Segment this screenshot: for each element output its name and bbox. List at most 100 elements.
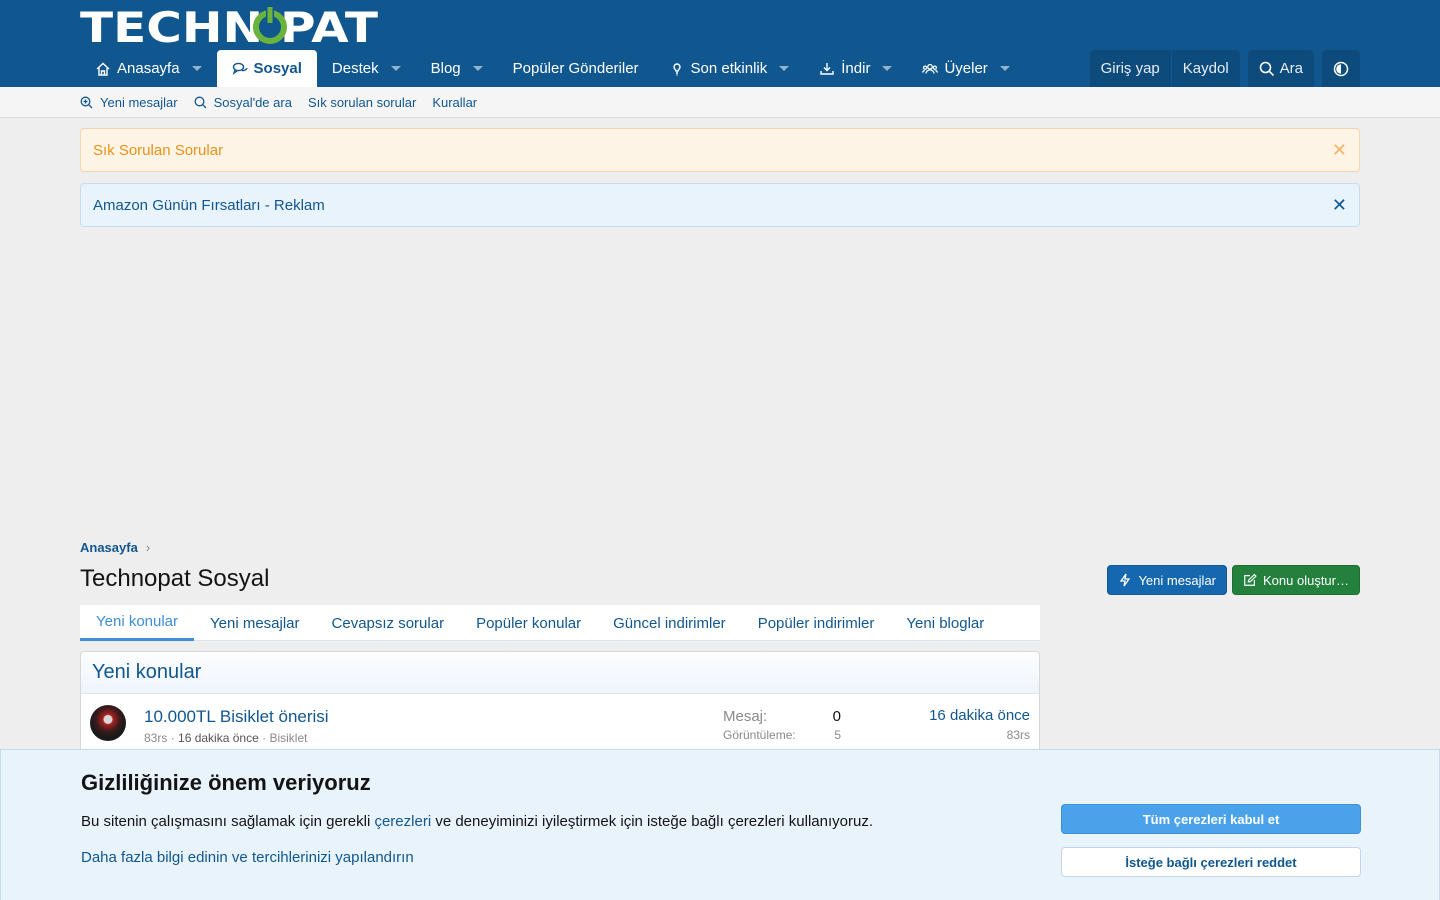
amazon-notice-text[interactable]: Amazon Günün Fırsatları - Reklam [93, 197, 325, 214]
nav-item-anasayfa[interactable]: Anasayfa [80, 50, 217, 87]
cookie-text-before: Bu sitenin çalışmasını sağlamak için ger… [81, 813, 375, 830]
nav-item-populer-gonderiler[interactable]: Popüler Gönderiler [498, 50, 654, 87]
views-count: 5 [834, 728, 841, 742]
technopat-logo: TECHN PAT [80, 7, 378, 45]
search-icon [1259, 61, 1275, 77]
nav-label: Son etkinlik [690, 60, 768, 77]
chevron-down-icon[interactable] [390, 66, 401, 71]
search-button[interactable]: Ara [1248, 50, 1314, 87]
nav-label: Blog [430, 60, 461, 77]
thread-row: 10.000TL Bisiklet önerisi 83rs · 16 daki… [81, 694, 1039, 754]
nav-item-sosyal[interactable]: Sosyal [216, 50, 317, 87]
users-icon [922, 61, 939, 77]
thread-forum[interactable]: Bisiklet [269, 731, 307, 745]
new-messages-button[interactable]: Yeni mesajlar [1107, 565, 1227, 595]
block-title[interactable]: Yeni konular [81, 652, 1039, 694]
chevron-down-icon[interactable] [999, 66, 1010, 71]
nav-item-uyeler[interactable]: Üyeler [907, 50, 1024, 87]
nav-item-indir[interactable]: İndir [804, 50, 907, 87]
theme-toggle-button[interactable] [1322, 50, 1360, 87]
breadcrumb: Anasayfa › [80, 540, 150, 555]
tab-cevapsiz-sorular[interactable]: Cevapsız sorular [316, 605, 461, 641]
subnav-kurallar[interactable]: Kurallar [432, 95, 477, 110]
new-messages-label: Yeni mesajlar [1138, 572, 1216, 588]
breadcrumb-home[interactable]: Anasayfa [80, 540, 138, 555]
chevron-down-icon[interactable] [882, 66, 893, 71]
subnav-label: Sık sorulan sorular [307, 94, 417, 110]
faq-notice[interactable]: Sık Sorulan Sorular ✕ [80, 128, 1360, 172]
main-nav: Anasayfa Sosyal Destek Blog Popüler Gönd… [80, 50, 1025, 87]
edit-icon [1243, 573, 1257, 587]
thread-author[interactable]: 83rs [144, 731, 167, 745]
cookie-consent-banner: Gizliliğinize önem veriyoruz Bu sitenin … [0, 749, 1440, 900]
bolt-icon [1118, 573, 1132, 587]
nav-item-blog[interactable]: Blog [416, 50, 498, 87]
latest-threads-block: Yeni konular 10.000TL Bisiklet önerisi 8… [80, 651, 1040, 761]
contrast-icon [1333, 61, 1349, 77]
meta-separator: · [170, 731, 179, 745]
replies-count: 0 [832, 708, 841, 725]
login-button[interactable]: Giriş yap [1090, 50, 1171, 87]
subnav-label: Sosyal'de ara [213, 94, 292, 110]
subnav-yeni-mesajlar[interactable]: Yeni mesajlar [80, 95, 178, 110]
avatar[interactable] [90, 705, 126, 741]
page-title: Technopat Sosyal [80, 565, 270, 592]
site-header: TECHN PAT Anasayfa Sosyal Destek Blog Po… [0, 0, 1440, 87]
replies-label: Mesaj: [723, 708, 768, 725]
nav-label: Sosyal [253, 60, 302, 77]
close-icon[interactable]: ✕ [1332, 141, 1347, 159]
faq-notice-text[interactable]: Sık Sorulan Sorular [93, 142, 223, 159]
cookie-text: Bu sitenin çalışmasını sağlamak için ger… [81, 813, 873, 830]
subnav-sosyalde-ara[interactable]: Sosyal'de ara [194, 95, 292, 110]
search-icon [194, 96, 207, 109]
zoom-icon [80, 96, 93, 109]
home-icon [95, 61, 111, 77]
cookie-preferences-link[interactable]: Daha fazla bilgi edinin ve tercihleriniz… [81, 849, 414, 866]
nav-item-destek[interactable]: Destek [317, 50, 416, 87]
thread-title[interactable]: 10.000TL Bisiklet önerisi [144, 707, 329, 727]
tab-guncel-indirimler[interactable]: Güncel indirimler [597, 605, 742, 641]
subnav-sss[interactable]: Sık sorulan sorular [308, 95, 416, 110]
reject-optional-cookies-button[interactable]: İsteğe bağlı çerezleri reddet [1061, 847, 1361, 877]
theme-group [1322, 50, 1360, 87]
tab-yeni-bloglar[interactable]: Yeni bloglar [890, 605, 1000, 641]
amazon-notice[interactable]: Amazon Günün Fırsatları - Reklam ✕ [80, 183, 1360, 227]
tab-populer-indirimler[interactable]: Popüler indirimler [742, 605, 891, 641]
sub-nav: Yeni mesajlar Sosyal'de ara Sık sorulan … [0, 87, 1440, 118]
tab-yeni-konular[interactable]: Yeni konular [80, 605, 195, 641]
nav-label: Popüler Gönderiler [512, 60, 639, 77]
tab-populer-konular[interactable]: Popüler konular [460, 605, 597, 641]
site-logo[interactable]: TECHN PAT [80, 7, 380, 45]
chat-icon [232, 61, 248, 77]
page-actions: Yeni mesajlar Konu oluştur… [1107, 565, 1360, 595]
cookie-text-after: ve deneyiminizi iyileştirmek için isteğe… [431, 813, 873, 830]
last-post-user[interactable]: 83rs [1007, 728, 1030, 742]
last-post-time[interactable]: 16 dakika önce [929, 707, 1030, 724]
register-button[interactable]: Kaydol [1170, 50, 1240, 87]
create-thread-label: Konu oluştur… [1263, 572, 1349, 588]
chevron-down-icon[interactable] [472, 66, 483, 71]
accept-all-cookies-button[interactable]: Tüm çerezleri kabul et [1061, 804, 1361, 834]
close-icon[interactable]: ✕ [1332, 196, 1347, 214]
subnav-label: Yeni mesajlar [100, 94, 178, 110]
nav-label: Üyeler [944, 60, 988, 77]
bulb-icon [669, 61, 685, 77]
nav-item-son-etkinlik[interactable]: Son etkinlik [654, 50, 805, 87]
search-label: Ara [1279, 60, 1303, 77]
nav-label: Destek [331, 60, 379, 77]
cookie-title: Gizliliğinize önem veriyoruz [81, 770, 371, 795]
nav-label: Anasayfa [117, 60, 180, 77]
thread-time[interactable]: 16 dakika önce [178, 731, 259, 745]
nav-label: İndir [841, 60, 871, 77]
account-nav: Giriş yap Kaydol Ara [1089, 50, 1360, 87]
create-thread-button[interactable]: Konu oluştur… [1232, 565, 1360, 595]
views-label: Görüntüleme: [723, 728, 796, 742]
chevron-down-icon[interactable] [779, 66, 790, 71]
subnav-label: Kurallar [432, 94, 478, 110]
tab-yeni-mesajlar[interactable]: Yeni mesajlar [194, 605, 316, 641]
chevron-down-icon[interactable] [191, 66, 202, 71]
content-tabs: Yeni konular Yeni mesajlar Cevapsız soru… [80, 605, 1040, 641]
thread-meta: 83rs · 16 dakika önce · Bisiklet [144, 731, 307, 745]
cookie-link[interactable]: çerezleri [374, 813, 431, 830]
auth-group: Giriş yap Kaydol [1089, 50, 1240, 87]
